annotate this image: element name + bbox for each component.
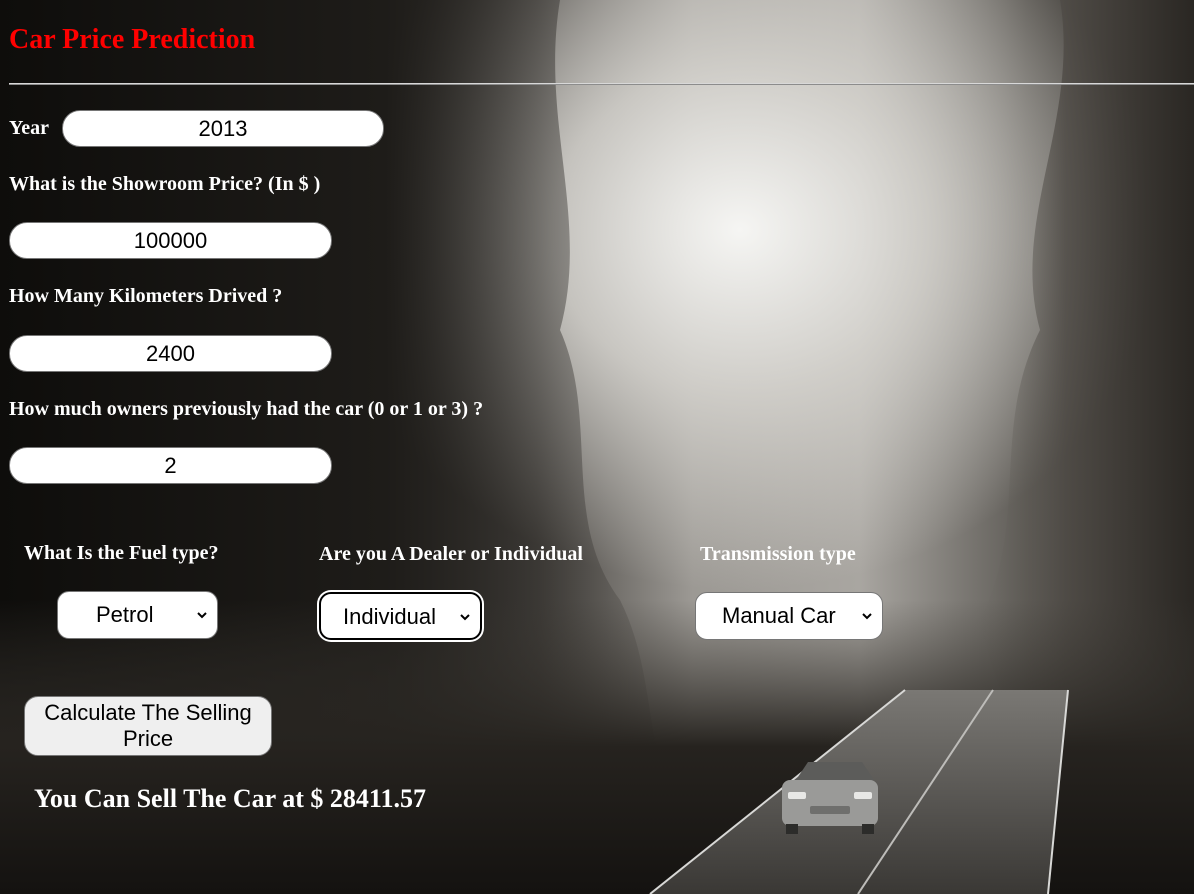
year-input[interactable] (62, 110, 384, 147)
transmission-selected: Manual Car (722, 603, 836, 628)
year-label: Year (9, 117, 49, 139)
prediction-result: You Can Sell The Car at $ 28411.57 (34, 784, 426, 813)
seller-type-select[interactable]: Individual (319, 592, 482, 640)
chevron-down-icon (862, 613, 872, 620)
chevron-down-icon (460, 614, 470, 621)
seller-type-label: Are you A Dealer or Individual (319, 543, 583, 565)
owners-input[interactable] (9, 447, 332, 484)
seller-type-selected: Individual (343, 604, 436, 629)
kms-driven-input[interactable] (9, 335, 332, 372)
header-divider (9, 83, 1194, 85)
owners-label: How much owners previously had the car (… (9, 398, 484, 420)
fuel-type-select[interactable]: Petrol (57, 591, 218, 639)
fuel-type-label: What Is the Fuel type? (24, 542, 219, 564)
transmission-select[interactable]: Manual Car (695, 592, 883, 640)
page-title: Car Price Prediction (9, 24, 256, 55)
fuel-type-selected: Petrol (96, 602, 154, 627)
kms-driven-label: How Many Kilometers Drived ? (9, 285, 283, 307)
transmission-label: Transmission type (700, 543, 856, 565)
calculate-selling-price-button[interactable]: Calculate The Selling Price (24, 696, 272, 756)
showroom-price-input[interactable] (9, 222, 332, 259)
showroom-price-label: What is the Showroom Price? (In $ ) (9, 173, 321, 195)
chevron-down-icon (197, 612, 207, 619)
